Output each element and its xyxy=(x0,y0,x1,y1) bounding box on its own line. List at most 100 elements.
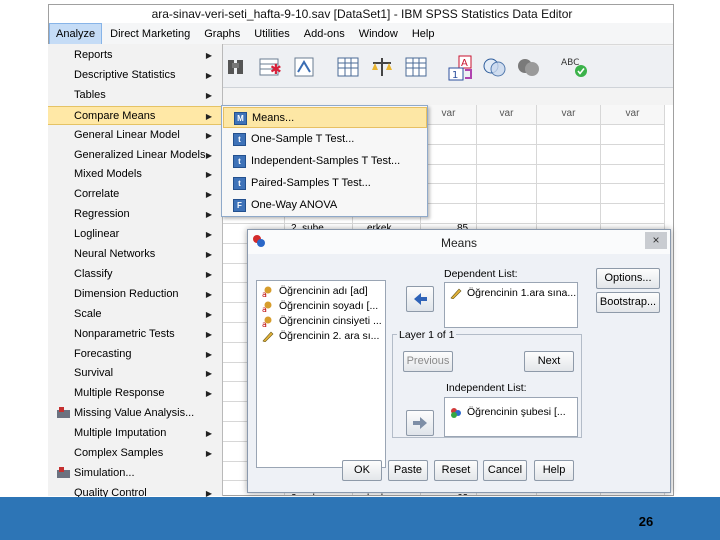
compare-means-item[interactable]: M Means... xyxy=(223,107,427,128)
grid-cell[interactable] xyxy=(601,144,665,165)
analyze-menu-item[interactable]: Compare Means ▶ xyxy=(48,105,222,125)
chevron-right-icon: ▶ xyxy=(205,70,212,80)
grid-cell[interactable] xyxy=(537,184,601,205)
ok-button[interactable]: OK xyxy=(342,460,382,481)
chevron-right-icon: ▶ xyxy=(205,210,212,220)
analyze-menu-item[interactable]: Loglinear ▶ xyxy=(48,225,222,244)
move-to-dependent-button[interactable] xyxy=(406,286,434,312)
reset-button[interactable]: Reset xyxy=(434,460,478,481)
dependent-list[interactable]: Öğrencinin 1.ara sına... xyxy=(444,282,578,328)
analyze-menu-item[interactable]: Descriptive Statistics ▶ xyxy=(48,66,222,85)
analyze-menu-item[interactable]: Reports ▶ xyxy=(48,46,222,65)
select-cases-icon[interactable] xyxy=(403,54,429,80)
chevron-right-icon: ▶ xyxy=(205,289,212,299)
analyze-menu-item[interactable]: Generalized Linear Models ▶ xyxy=(48,146,222,165)
menu-analyze[interactable]: Analyze xyxy=(49,23,103,45)
window-title: ara-sinav-veri-seti_hafta-9-10.sav [Data… xyxy=(49,5,673,23)
grid-cell[interactable] xyxy=(421,184,477,205)
use-variable-sets-icon[interactable] xyxy=(481,54,507,80)
analyze-menu-item[interactable]: Scale ▶ xyxy=(48,305,222,324)
grid-cell[interactable] xyxy=(601,204,665,224)
insert-cases-icon[interactable]: ✱ xyxy=(257,54,283,80)
analyze-menu-item[interactable]: Correlate ▶ xyxy=(48,185,222,204)
analyze-menu-item[interactable]: Multiple Response ▶ xyxy=(48,384,222,403)
analyze-menu-item[interactable]: Tables ▶ xyxy=(48,86,222,105)
list-item[interactable]: Öğrencinin şubesi [... xyxy=(445,405,577,420)
compare-means-item[interactable]: t Paired-Samples T Test... xyxy=(223,173,427,194)
grid-cell[interactable] xyxy=(421,164,477,185)
insert-variable-icon[interactable] xyxy=(291,54,317,80)
list-item[interactable]: a Öğrencinin adı [ad] xyxy=(257,284,385,299)
svg-text:✱: ✱ xyxy=(270,62,282,78)
dialog-close-button[interactable]: × xyxy=(645,232,667,249)
analyze-menu-item[interactable]: Neural Networks ▶ xyxy=(48,245,222,264)
grid-cell[interactable] xyxy=(601,164,665,185)
analyze-menu-item[interactable]: Survival ▶ xyxy=(48,364,222,383)
menu-add-ons[interactable]: Add-ons xyxy=(298,23,351,45)
analyze-menu-item[interactable]: General Linear Model ▶ xyxy=(48,126,222,145)
options-button[interactable]: Options... xyxy=(596,268,660,289)
menu-graphs[interactable]: Graphs xyxy=(198,23,246,45)
grid-cell[interactable] xyxy=(537,124,601,145)
nominal-variable-icon: a xyxy=(261,301,275,314)
analyze-menu-item[interactable]: Simulation... xyxy=(48,464,222,483)
grid-cell[interactable] xyxy=(537,204,601,224)
analyze-menu-item[interactable]: Multiple Imputation ▶ xyxy=(48,424,222,443)
value-labels-icon[interactable]: A1 xyxy=(447,54,473,81)
menu-direct-marketing[interactable]: Direct Marketing xyxy=(104,23,196,45)
analyze-menu-item-label: Multiple Imputation xyxy=(74,427,167,440)
menu-utilities[interactable]: Utilities xyxy=(248,23,295,45)
arrow-right-icon xyxy=(414,293,427,305)
grid-cell[interactable] xyxy=(601,184,665,205)
analyze-menu-item[interactable]: Nonparametric Tests ▶ xyxy=(48,325,222,344)
analyze-menu-item[interactable]: Dimension Reduction ▶ xyxy=(48,285,222,304)
grid-cell[interactable] xyxy=(477,204,537,224)
grid-cell[interactable] xyxy=(537,164,601,185)
menu-help[interactable]: Help xyxy=(406,23,441,45)
cancel-button[interactable]: Cancel xyxy=(483,460,527,481)
grid-cell[interactable] xyxy=(477,144,537,165)
analyze-menu-item[interactable]: Classify ▶ xyxy=(48,265,222,284)
compare-means-item[interactable]: t Independent-Samples T Test... xyxy=(223,151,427,172)
analyze-menu-item[interactable]: Regression ▶ xyxy=(48,205,222,224)
source-variable-list[interactable]: a Öğrencinin adı [ad] a Öğrencinin soyadı [… xyxy=(256,280,386,468)
analyze-menu-item[interactable]: Complex Samples ▶ xyxy=(48,444,222,463)
bootstrap-button[interactable]: Bootstrap... xyxy=(596,292,660,313)
compare-means-item-label: One-Sample T Test... xyxy=(251,133,355,145)
chevron-right-icon: ▶ xyxy=(205,230,212,240)
list-item[interactable]: Öğrencinin 1.ara sına... xyxy=(445,286,577,301)
chevron-right-icon: ▶ xyxy=(205,389,212,399)
list-item[interactable]: a Öğrencinin cinsiyeti ... xyxy=(257,314,385,329)
paste-button[interactable]: Paste xyxy=(388,460,428,481)
analyze-menu-item-label: Complex Samples xyxy=(74,447,164,459)
independent-list[interactable]: Öğrencinin şubesi [... xyxy=(444,397,578,437)
grid-cell[interactable] xyxy=(477,184,537,205)
show-all-variables-icon[interactable] xyxy=(515,54,541,80)
grid-cell[interactable] xyxy=(421,124,477,145)
analyze-menu-item[interactable]: Forecasting ▶ xyxy=(48,345,222,364)
grid-cell[interactable] xyxy=(477,124,537,145)
previous-button[interactable]: Previous xyxy=(403,351,453,372)
list-item-label: Öğrencinin 1.ara sına... xyxy=(467,287,577,299)
menu-window[interactable]: Window xyxy=(353,23,404,45)
find-icon[interactable] xyxy=(223,54,249,80)
grid-cell[interactable] xyxy=(601,124,665,145)
grid-cell[interactable] xyxy=(477,164,537,185)
list-item[interactable]: a Öğrencinin soyadı [... xyxy=(257,299,385,314)
grid-cell[interactable] xyxy=(537,144,601,165)
grid-cell[interactable] xyxy=(421,204,477,224)
weight-cases-icon[interactable] xyxy=(369,54,395,80)
test-icon: M xyxy=(234,112,247,125)
analyze-menu-item[interactable]: Missing Value Analysis... xyxy=(48,404,222,423)
compare-means-item[interactable]: F One-Way ANOVA xyxy=(223,195,427,216)
next-button[interactable]: Next xyxy=(524,351,574,372)
help-button[interactable]: Help xyxy=(534,460,574,481)
means-dialog: Means × a Öğrencinin adı [ad] a Öğrencinin … xyxy=(247,229,671,493)
compare-means-item[interactable]: t One-Sample T Test... xyxy=(223,129,427,150)
spell-check-icon[interactable]: ABC xyxy=(559,54,587,80)
grid-cell[interactable] xyxy=(421,144,477,165)
analyze-menu-item-label: Descriptive Statistics xyxy=(74,68,176,81)
list-item[interactable]: Öğrencinin 2. ara sı... xyxy=(257,329,385,344)
split-file-icon[interactable] xyxy=(335,54,361,80)
analyze-menu-item[interactable]: Mixed Models ▶ xyxy=(48,165,222,184)
